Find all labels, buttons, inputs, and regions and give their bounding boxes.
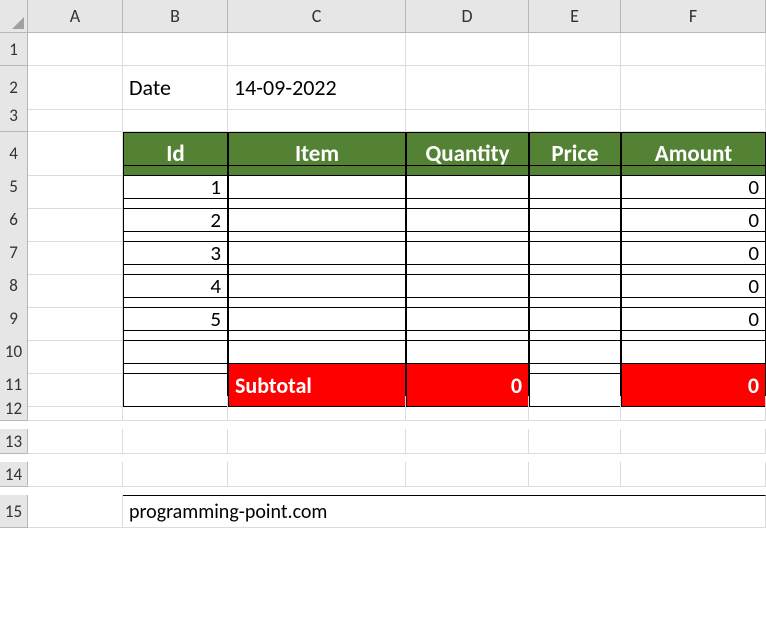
cell-b1[interactable] xyxy=(123,33,228,66)
col-head-f[interactable]: F xyxy=(621,0,766,33)
row-head-12[interactable]: 12 xyxy=(0,396,28,421)
cell-b12[interactable] xyxy=(123,396,228,421)
cell-e14[interactable] xyxy=(529,462,621,487)
cell-f12[interactable] xyxy=(621,396,766,421)
cell-c1[interactable] xyxy=(228,33,406,66)
cell-f1[interactable] xyxy=(621,33,766,66)
spreadsheet: A B C D E F 1 2 Date 14-09-2022 3 4 Id I… xyxy=(0,0,766,528)
row-head-14[interactable]: 14 xyxy=(0,462,28,487)
cell-f13[interactable] xyxy=(621,429,766,454)
cell-a3[interactable] xyxy=(28,99,123,132)
cell-b3[interactable] xyxy=(123,99,228,132)
cell-b13[interactable] xyxy=(123,429,228,454)
row-head-13[interactable]: 13 xyxy=(0,429,28,454)
cell-c3[interactable] xyxy=(228,99,406,132)
cell-d3[interactable] xyxy=(406,99,529,132)
cell-c13[interactable] xyxy=(228,429,406,454)
row-head-3[interactable]: 3 xyxy=(0,99,28,132)
cell-d12[interactable] xyxy=(406,396,529,421)
cell-a12[interactable] xyxy=(28,396,123,421)
row-head-15[interactable]: 15 xyxy=(0,495,28,528)
col-head-c[interactable]: C xyxy=(228,0,406,33)
cell-e1[interactable] xyxy=(529,33,621,66)
cell-d14[interactable] xyxy=(406,462,529,487)
cell-d1[interactable] xyxy=(406,33,529,66)
col-head-b[interactable]: B xyxy=(123,0,228,33)
cell-c14[interactable] xyxy=(228,462,406,487)
cell-d13[interactable] xyxy=(406,429,529,454)
cell-e12[interactable] xyxy=(529,396,621,421)
cell-f14[interactable] xyxy=(621,462,766,487)
cell-e3[interactable] xyxy=(529,99,621,132)
cell-b14[interactable] xyxy=(123,462,228,487)
col-head-a[interactable]: A xyxy=(28,0,123,33)
cell-a15[interactable] xyxy=(28,495,123,528)
cell-a1[interactable] xyxy=(28,33,123,66)
cell-c12[interactable] xyxy=(228,396,406,421)
col-head-d[interactable]: D xyxy=(406,0,529,33)
select-all-corner[interactable] xyxy=(0,0,28,33)
footer-cell[interactable]: programming-point.com xyxy=(123,495,766,528)
col-head-e[interactable]: E xyxy=(529,0,621,33)
cell-a14[interactable] xyxy=(28,462,123,487)
cell-e13[interactable] xyxy=(529,429,621,454)
cell-f3[interactable] xyxy=(621,99,766,132)
cell-a13[interactable] xyxy=(28,429,123,454)
row-head-1[interactable]: 1 xyxy=(0,33,28,66)
